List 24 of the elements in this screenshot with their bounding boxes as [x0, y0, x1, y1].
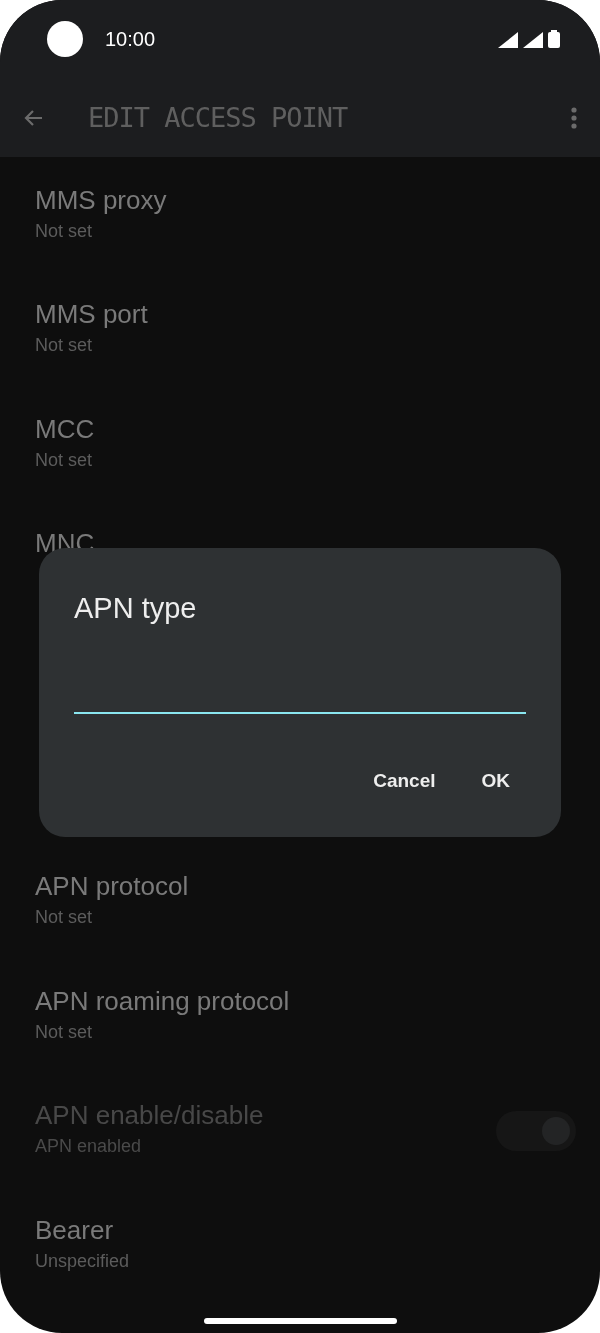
setting-value: Not set — [35, 448, 94, 472]
setting-value: APN enabled — [35, 1135, 143, 1159]
setting-value: Not set — [35, 220, 94, 243]
setting-value: Not set — [35, 906, 94, 930]
dialog-button[interactable]: Cancel — [357, 762, 452, 800]
setting-title: APN enable/disable — [35, 1099, 265, 1132]
toolbar-title: EDIT ACCESS POINT — [88, 102, 348, 133]
setting-value: Not set — [35, 1020, 94, 1044]
dialog-title: APN type — [74, 591, 198, 626]
signal-icon — [498, 32, 518, 48]
dialog-button[interactable]: OK — [465, 762, 526, 800]
battery-icon — [548, 30, 560, 48]
status-time: 10:00 — [105, 27, 156, 51]
setting-title[interactable]: MMS proxy — [35, 184, 576, 216]
setting-title[interactable]: Bearer — [35, 1213, 576, 1246]
setting-title[interactable]: APN roaming protocol — [35, 984, 576, 1017]
more-options-icon — [570, 105, 578, 130]
signal-icon — [523, 32, 543, 48]
setting-title[interactable]: APN protocol — [35, 870, 576, 903]
camera-hole — [47, 21, 83, 57]
setting-value: Not set — [35, 334, 94, 358]
setting-value: Unspecified — [35, 1249, 131, 1273]
setting-title[interactable]: MMS port — [35, 298, 576, 331]
setting-title[interactable]: MCC — [35, 412, 576, 445]
